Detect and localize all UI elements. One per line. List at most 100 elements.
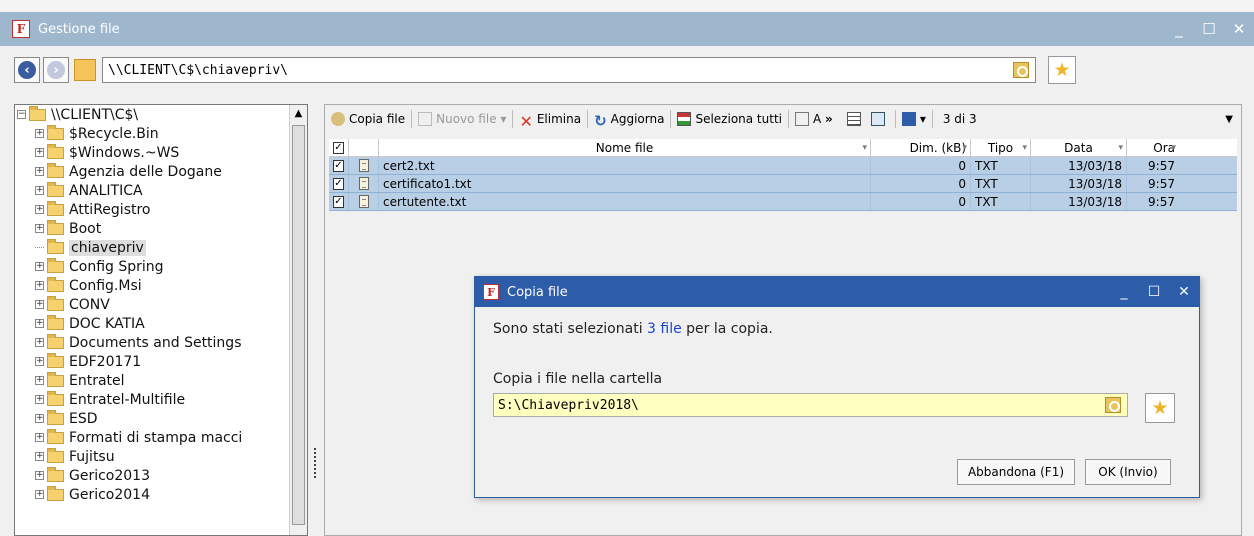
browse-icon[interactable] — [1013, 62, 1029, 78]
header-size[interactable]: Dim. (kB) ▾ — [871, 139, 971, 156]
tree-connector — [35, 247, 44, 248]
tree-item[interactable]: + Config.Msi — [15, 276, 307, 295]
table-row[interactable]: ✓ certificato1.txt 0 TXT 13/03/18 9:57 — [329, 175, 1237, 193]
expand-icon[interactable]: + — [35, 414, 44, 423]
text-file-icon — [358, 159, 369, 172]
expand-icon[interactable]: + — [35, 129, 44, 138]
tree-item[interactable]: + Boot — [15, 219, 307, 238]
expand-icon[interactable]: + — [35, 452, 44, 461]
separator — [411, 110, 413, 128]
check-all-checkbox[interactable]: ✓ — [333, 141, 344, 154]
abort-button[interactable]: Abbandona (F1) — [957, 459, 1075, 485]
dialog-message: Sono stati selezionati 3 file per la cop… — [493, 321, 773, 337]
expand-icon[interactable]: + — [35, 262, 44, 271]
tree-item[interactable]: + EDF20171 — [15, 352, 307, 371]
maximize-button[interactable]: ☐ — [1194, 20, 1224, 38]
file-toolbar: Copia file Nuovo file ▾ ✕ Elimina ↻ Aggior… — [325, 105, 1241, 133]
expand-icon[interactable]: + — [35, 433, 44, 442]
expand-icon[interactable]: + — [35, 395, 44, 404]
filter-button[interactable]: ▾ — [901, 112, 926, 126]
delete-button[interactable]: ✕ Elimina — [519, 112, 581, 131]
filter-icon[interactable]: ▾ — [962, 143, 967, 153]
tree-item[interactable]: + Gerico2013 — [15, 466, 307, 485]
header-check[interactable]: ✓ — [329, 139, 349, 156]
header-size-label: Dim. (kB) — [909, 140, 966, 155]
tree-scrollbar[interactable]: ▲ — [289, 105, 307, 535]
refresh-button[interactable]: ↻ Aggiorna — [594, 112, 664, 130]
splitter-handle[interactable] — [314, 448, 316, 478]
copy-file-button[interactable]: Copia file — [331, 112, 405, 126]
expand-icon[interactable]: + — [35, 148, 44, 157]
expand-icon[interactable]: + — [35, 186, 44, 195]
row-checkbox-box[interactable]: ✓ — [333, 159, 344, 172]
expand-icon[interactable]: + — [35, 300, 44, 309]
table-row[interactable]: ✓ cert2.txt 0 TXT 13/03/18 9:57 — [329, 157, 1237, 175]
tree-item[interactable]: chiavepriv — [15, 238, 307, 257]
filter-icon[interactable]: ▾ — [1171, 143, 1176, 153]
expand-icon[interactable]: + — [35, 167, 44, 176]
expand-icon[interactable]: + — [35, 376, 44, 385]
tree-item[interactable]: + ANALITICA — [15, 181, 307, 200]
tree-item[interactable]: + Config Spring — [15, 257, 307, 276]
expand-icon[interactable]: + — [35, 281, 44, 290]
header-type[interactable]: Tipo ▾ — [971, 139, 1031, 156]
minimize-button[interactable]: _ — [1164, 20, 1194, 38]
dialog-maximize-button[interactable]: ☐ — [1139, 284, 1169, 300]
new-file-button[interactable]: Nuovo file ▾ — [418, 112, 506, 126]
back-button[interactable]: ‹ — [14, 57, 40, 83]
destination-input[interactable]: S:\Chiavepriv2018\ — [493, 393, 1128, 417]
dialog-close-button[interactable]: ✕ — [1169, 284, 1199, 300]
path-input[interactable]: \\CLIENT\C$\chiavepriv\ — [102, 57, 1036, 83]
tree-item[interactable]: + Gerico2014 — [15, 485, 307, 504]
filter-icon — [901, 112, 916, 126]
expand-icon[interactable]: + — [35, 205, 44, 214]
folder-up-icon[interactable] — [74, 59, 96, 81]
tree-item[interactable]: + $Recycle.Bin — [15, 124, 307, 143]
expand-icon[interactable]: + — [35, 319, 44, 328]
tree-item[interactable]: + $Windows.~WS — [15, 143, 307, 162]
destination-label: Copia i file nella cartella — [493, 371, 663, 387]
browse-icon[interactable] — [1105, 397, 1121, 413]
tree-item[interactable]: + DOC KATIA — [15, 314, 307, 333]
expand-icon[interactable]: + — [35, 471, 44, 480]
counter-dropdown-icon[interactable]: ▼ — [1225, 114, 1233, 125]
tree-item[interactable]: + ESD — [15, 409, 307, 428]
collapse-icon[interactable]: − — [17, 110, 26, 119]
expand-icon[interactable]: + — [35, 338, 44, 347]
header-date-label: Data — [1064, 140, 1093, 155]
ok-button[interactable]: OK (Invio) — [1085, 459, 1171, 485]
dialog-minimize-button[interactable]: _ — [1109, 284, 1139, 300]
export-button[interactable] — [870, 112, 889, 126]
select-all-button[interactable]: Seleziona tutti — [677, 112, 782, 126]
tree-item[interactable]: + Entratel — [15, 371, 307, 390]
filter-icon[interactable]: ▾ — [1022, 143, 1027, 153]
grid-button[interactable] — [846, 112, 865, 126]
tree-item[interactable]: + AttiRegistro — [15, 200, 307, 219]
tree-item[interactable]: + Agenzia delle Dogane — [15, 162, 307, 181]
header-date[interactable]: Data ▾ — [1031, 139, 1127, 156]
table-row[interactable]: ✓ certutente.txt 0 TXT 13/03/18 9:57 — [329, 193, 1237, 211]
forward-button[interactable]: › — [43, 57, 69, 83]
tree-root[interactable]: − \\CLIENT\C$\ — [15, 105, 307, 124]
scroll-thumb[interactable] — [292, 125, 305, 525]
tree-item[interactable]: + Fujitsu — [15, 447, 307, 466]
expand-icon[interactable]: + — [35, 357, 44, 366]
expand-icon[interactable]: + — [35, 224, 44, 233]
tree-item[interactable]: + Documents and Settings — [15, 333, 307, 352]
view-button[interactable]: A » — [795, 112, 833, 126]
row-checkbox-box[interactable]: ✓ — [333, 195, 344, 208]
tree-item[interactable]: + Formati di stampa macci — [15, 428, 307, 447]
close-button[interactable]: ✕ — [1224, 20, 1254, 38]
header-time[interactable]: Ora ▾ — [1127, 139, 1179, 156]
favorite-star-icon[interactable]: ★ — [1145, 393, 1175, 423]
expand-icon[interactable]: + — [35, 490, 44, 499]
tree-item[interactable]: + CONV — [15, 295, 307, 314]
row-checkbox-box[interactable]: ✓ — [333, 177, 344, 190]
scroll-up-icon[interactable]: ▲ — [292, 107, 305, 120]
filter-icon[interactable]: ▾ — [1118, 143, 1123, 153]
header-name[interactable]: Nome file ▾ — [379, 139, 871, 156]
tree-item[interactable]: + Entratel-Multifile — [15, 390, 307, 409]
favorite-star-icon[interactable]: ★ — [1048, 56, 1076, 84]
tree-item-label: Documents and Settings — [69, 334, 242, 351]
filter-icon[interactable]: ▾ — [862, 143, 867, 153]
